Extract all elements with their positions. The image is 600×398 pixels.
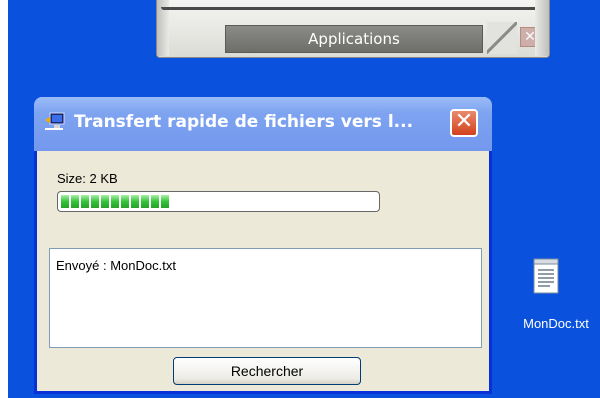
applications-bar: Applications ✕ — [156, 0, 550, 58]
progress-segment — [61, 195, 69, 208]
window-title: Transfert rapide de fichiers vers l... — [74, 112, 414, 132]
applications-bar-separator — [487, 22, 517, 54]
size-label: Size: 2 KB — [57, 171, 118, 186]
transfer-log[interactable]: Envoyé : MonDoc.txt — [49, 248, 482, 348]
progress-segment — [81, 195, 89, 208]
title-bar[interactable]: Transfert rapide de fichiers vers l... ✕ — [34, 97, 492, 151]
progress-segment — [151, 195, 159, 208]
desktop: Applications ✕ Transfert rapide de fichi… — [8, 0, 600, 398]
progress-segment — [161, 195, 169, 208]
transfer-window: Transfert rapide de fichiers vers l... ✕… — [34, 97, 492, 394]
close-icon: ✕ — [454, 109, 474, 134]
applications-bar-top-edge — [161, 7, 545, 10]
applications-bar-right-cap — [535, 0, 549, 56]
progress-segment — [121, 195, 129, 208]
rechercher-button[interactable]: Rechercher — [173, 357, 361, 385]
window-content: Size: 2 KB Envoyé : MonDoc.txt Recherche… — [37, 151, 489, 391]
close-button[interactable]: ✕ — [450, 109, 478, 137]
computer-transfer-icon — [45, 112, 65, 130]
progress-segment — [111, 195, 119, 208]
progress-segment — [141, 195, 149, 208]
progress-fill — [61, 195, 376, 208]
transfer-progress-bar — [57, 191, 380, 212]
applications-label: Applications — [308, 30, 400, 48]
file-name-label[interactable]: MonDoc.txt — [508, 316, 600, 331]
progress-segment — [101, 195, 109, 208]
applications-button[interactable]: Applications — [225, 25, 483, 53]
progress-segment — [71, 195, 79, 208]
progress-segment — [131, 195, 139, 208]
text-file-icon[interactable] — [533, 258, 559, 294]
log-line: Envoyé : MonDoc.txt — [56, 258, 176, 273]
progress-segment — [91, 195, 99, 208]
